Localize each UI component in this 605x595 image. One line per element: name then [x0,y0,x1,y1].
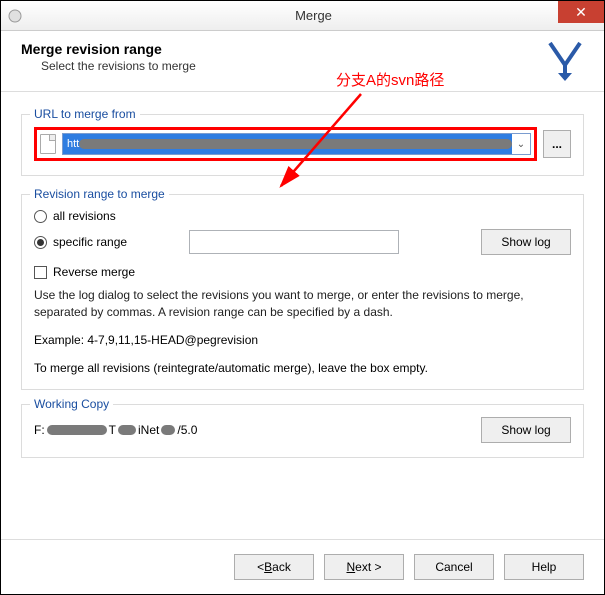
wc-redacted [47,425,107,435]
working-copy-group: Working Copy F: T iNet /5.0 Show log [21,404,584,458]
close-button[interactable]: ✕ [558,1,604,23]
radio-icon [34,210,47,223]
app-icon [7,8,23,24]
wc-mid: T [109,423,116,437]
file-icon [40,134,56,154]
help-text: Use the log dialog to select the revisio… [34,287,571,321]
revision-range-input[interactable] [189,230,399,254]
window-title: Merge [23,8,604,23]
wc-redacted [161,425,175,435]
working-copy-path: F: T iNet /5.0 [34,423,197,437]
wc-prefix: F: [34,423,45,437]
all-revisions-label: all revisions [53,209,116,223]
example-text: Example: 4-7,9,11,15-HEAD@pegrevision [34,333,571,347]
merge-logo-icon [546,39,584,85]
cancel-button[interactable]: Cancel [414,554,494,580]
titlebar: Merge ✕ [1,1,604,31]
next-button[interactable]: Next > [324,554,404,580]
content-area: URL to merge from htt ⌄ ... Revision ran… [1,92,604,539]
page-subtitle: Select the revisions to merge [41,59,584,73]
url-prefix: htt [67,138,79,150]
specific-range-label: specific range [53,235,127,249]
revision-group-label: Revision range to merge [30,187,169,201]
browse-button[interactable]: ... [543,130,571,158]
specific-range-radio[interactable]: specific range [34,235,127,249]
url-highlight-box: htt ⌄ [34,127,537,161]
checkbox-icon [34,266,47,279]
reverse-merge-checkbox[interactable]: Reverse merge [34,265,571,279]
url-group-label: URL to merge from [30,107,140,121]
wc-tail: /5.0 [177,423,197,437]
back-button[interactable]: < Back [234,554,314,580]
revision-range-group: Revision range to merge all revisions sp… [21,194,584,390]
show-log-button[interactable]: Show log [481,229,571,255]
help-button[interactable]: Help [504,554,584,580]
url-combobox[interactable]: htt ⌄ [62,133,531,155]
url-group: URL to merge from htt ⌄ ... [21,114,584,176]
wc-redacted [118,425,136,435]
url-value: htt [63,134,512,154]
wizard-footer: < Back Next > Cancel Help [1,539,604,594]
all-revisions-radio[interactable]: all revisions [34,209,571,223]
wizard-header: Merge revision range Select the revision… [1,31,604,92]
chevron-down-icon[interactable]: ⌄ [512,139,530,150]
annotation-label: 分支A的svn路径 [336,69,444,90]
page-title: Merge revision range [21,41,584,57]
reverse-merge-label: Reverse merge [53,265,135,279]
wc-suffix: iNet [138,423,159,437]
close-icon: ✕ [575,4,587,21]
radio-icon [34,236,47,249]
working-copy-label: Working Copy [30,397,113,411]
url-redacted [79,139,512,149]
empty-hint-text: To merge all revisions (reintegrate/auto… [34,361,571,375]
wc-show-log-button[interactable]: Show log [481,417,571,443]
